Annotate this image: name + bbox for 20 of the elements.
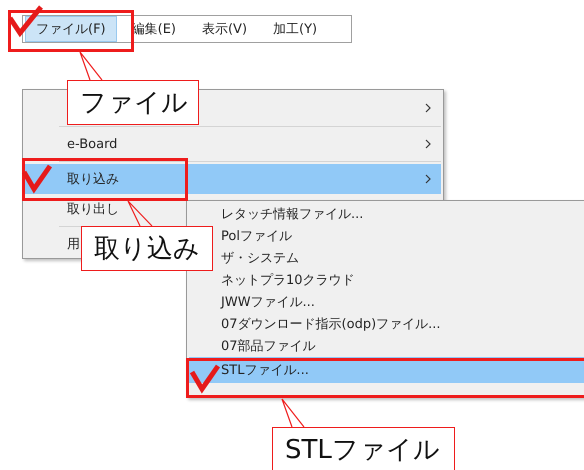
menu-item[interactable]: e-Board [25,129,441,159]
check-mark-icon [190,362,220,392]
menu-item[interactable]: 07ダウンロード指示(odp)ファイル... [189,313,584,335]
menu-bar-item[interactable]: 表示(V) [190,16,258,42]
menu-item[interactable]: レタッチ情報ファイル... [189,203,584,225]
menu-bar-item[interactable]: 加工(Y) [262,16,328,42]
menu-item[interactable]: 取り込み [25,164,441,194]
menu-item[interactable]: 07部品ファイル [189,335,584,357]
menu-bar-item[interactable]: ファイル(F) [25,16,117,42]
menu-item[interactable]: JWWファイル... [189,291,584,313]
callout: ファイル [67,80,199,125]
chevron-right-icon [425,139,431,149]
menu-item[interactable]: 取り出し [25,194,121,224]
chevron-right-icon[interactable] [425,103,431,113]
menu-item[interactable]: ネットプラ10クラウド [189,269,584,291]
menu-item[interactable]: 用 [25,229,82,259]
chevron-right-icon [425,174,431,184]
callout: STLファイル [272,427,455,470]
check-mark-icon [22,162,52,192]
callout: 取り込み [81,226,213,271]
